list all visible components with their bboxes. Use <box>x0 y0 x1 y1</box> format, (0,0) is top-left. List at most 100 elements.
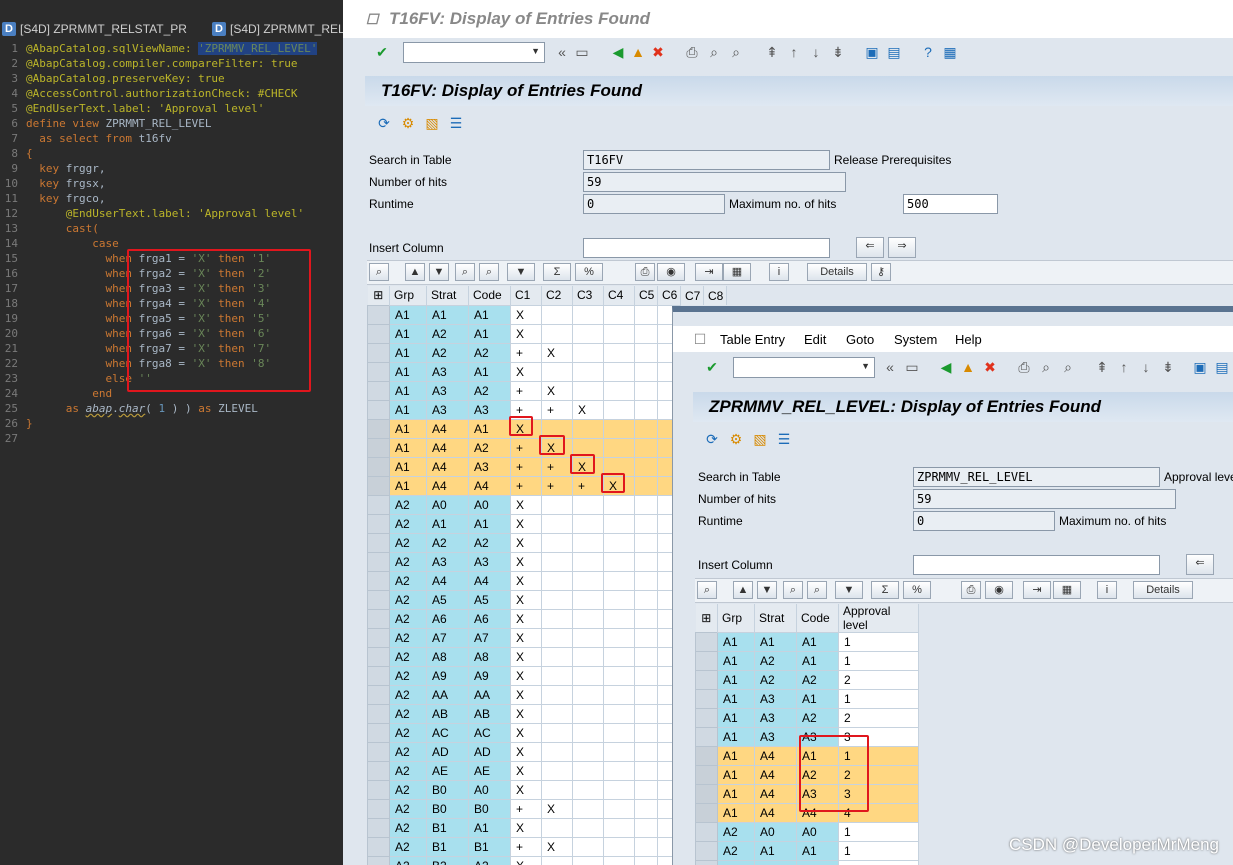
exit-icon[interactable]: ▲ <box>959 358 977 376</box>
variant-icon[interactable]: ▧ <box>423 114 441 132</box>
settings-icon[interactable]: ⚙ <box>399 114 417 132</box>
refresh-icon[interactable]: ⟳ <box>703 430 721 448</box>
row-selector[interactable] <box>695 651 718 671</box>
row-selector[interactable] <box>695 746 718 766</box>
exit-icon[interactable]: ▲ <box>629 43 647 61</box>
command-field[interactable] <box>403 42 545 63</box>
row-selector[interactable] <box>367 798 390 819</box>
column-header[interactable]: Code <box>468 286 511 305</box>
row-selector[interactable] <box>367 665 390 686</box>
row-selector[interactable] <box>367 418 390 439</box>
menu-system[interactable]: System <box>894 332 937 347</box>
row-selector[interactable] <box>367 646 390 667</box>
find-next-icon[interactable]: ⌕ <box>479 263 499 281</box>
insert-left-button[interactable]: ⇐ <box>856 237 884 258</box>
prev-page-icon[interactable]: ↑ <box>785 43 803 61</box>
column-header[interactable]: C2 <box>541 286 573 305</box>
collapse-icon[interactable]: « <box>881 358 899 376</box>
details-button[interactable]: Details <box>807 263 867 281</box>
new-session-icon[interactable]: ▣ <box>1191 358 1209 376</box>
layout-icon[interactable]: ▦ <box>941 43 959 61</box>
cancel-icon[interactable]: ✖ <box>649 43 667 61</box>
row-selector[interactable] <box>367 703 390 724</box>
insert-column-input[interactable] <box>583 238 830 258</box>
column-header[interactable]: Strat <box>754 604 797 633</box>
save-icon[interactable]: ▭ <box>903 358 921 376</box>
row-selector[interactable] <box>367 456 390 477</box>
first-page-icon[interactable]: ⇞ <box>763 43 781 61</box>
menu-goto[interactable]: Goto <box>846 332 874 347</box>
filter-icon[interactable]: ▼ <box>507 263 535 281</box>
column-header[interactable]: Grp <box>389 286 427 305</box>
list-icon[interactable]: ☰ <box>775 430 793 448</box>
table-row[interactable]: A1 A2 A1 1 <box>695 651 919 671</box>
find-icon[interactable]: ⌕ <box>783 581 803 599</box>
row-selector[interactable] <box>367 760 390 781</box>
column-header[interactable]: C8 <box>703 286 727 305</box>
row-selector[interactable] <box>695 727 718 747</box>
subtotal-icon[interactable]: % <box>575 263 603 281</box>
table-row[interactable]: A1 A3 A1 1 <box>695 689 919 709</box>
sort-asc-icon[interactable]: ▲ <box>405 263 425 281</box>
command-field[interactable] <box>733 357 875 378</box>
row-selector[interactable] <box>367 475 390 496</box>
sort-asc-icon[interactable]: ▲ <box>733 581 753 599</box>
row-selector[interactable] <box>367 817 390 838</box>
editor-tab-rel[interactable]: D [S4D] ZPRMMT_REL <box>210 19 343 39</box>
row-selector[interactable] <box>367 779 390 800</box>
row-selector[interactable] <box>367 494 390 515</box>
export-icon[interactable]: ⇥ <box>695 263 723 281</box>
row-selector[interactable] <box>695 784 718 804</box>
column-header[interactable]: C1 <box>510 286 542 305</box>
collapse-icon[interactable]: « <box>553 43 571 61</box>
prev-page-icon[interactable]: ↑ <box>1115 358 1133 376</box>
zoom-icon[interactable]: ⌕ <box>369 263 389 281</box>
row-selector[interactable] <box>367 361 390 382</box>
variant-icon[interactable]: ▧ <box>751 430 769 448</box>
first-page-icon[interactable]: ⇞ <box>1093 358 1111 376</box>
view-icon[interactable]: ◉ <box>657 263 685 281</box>
row-selector[interactable] <box>367 399 390 420</box>
table-row[interactable]: A1 A3 A2 2 <box>695 708 919 728</box>
subtotal-icon[interactable]: % <box>903 581 931 599</box>
row-selector[interactable] <box>367 551 390 572</box>
max-hits-input[interactable]: 500 <box>903 194 998 214</box>
window-menu-icon[interactable]: ☐ <box>363 10 381 28</box>
zoom-icon[interactable]: ⌕ <box>697 581 717 599</box>
print-icon[interactable]: ⎙ <box>961 581 981 599</box>
settings-icon[interactable]: ⚙ <box>727 430 745 448</box>
row-selector[interactable] <box>367 532 390 553</box>
sum-icon[interactable]: Σ <box>543 263 571 281</box>
window-menu-icon[interactable]: ☐ <box>691 330 709 348</box>
info-icon[interactable]: i <box>769 263 789 281</box>
last-page-icon[interactable]: ⇟ <box>1159 358 1177 376</box>
table-row[interactable]: A1 A2 A2 2 <box>695 670 919 690</box>
column-header[interactable]: Approval level <box>838 604 919 633</box>
column-header[interactable]: Strat <box>426 286 469 305</box>
column-header[interactable]: C5 <box>634 286 658 305</box>
find-icon[interactable]: ⌕ <box>1037 358 1055 376</box>
find-next-icon[interactable]: ⌕ <box>727 43 745 61</box>
enter-icon[interactable]: ✔ <box>703 358 721 376</box>
sort-desc-icon[interactable]: ▼ <box>429 263 449 281</box>
sum-icon[interactable]: Σ <box>871 581 899 599</box>
menu-help[interactable]: Help <box>955 332 982 347</box>
info-icon[interactable]: i <box>1097 581 1117 599</box>
column-header[interactable]: C7 <box>680 286 704 305</box>
row-selector[interactable] <box>367 323 390 344</box>
filter-icon[interactable]: ▼ <box>835 581 863 599</box>
print-icon[interactable]: ⎙ <box>1015 358 1033 376</box>
row-selector[interactable] <box>367 513 390 534</box>
insert-right-button[interactable]: ⇒ <box>888 237 916 258</box>
details-button[interactable]: Details <box>1133 581 1193 599</box>
editor-tab-relstat[interactable]: D [S4D] ZPRMMT_RELSTAT_PR <box>0 19 187 39</box>
row-selector[interactable] <box>367 722 390 743</box>
row-selector[interactable] <box>695 708 718 728</box>
menu-table-entry[interactable]: Table Entry <box>720 332 785 347</box>
row-selector[interactable] <box>367 855 390 865</box>
row-selector[interactable] <box>367 627 390 648</box>
next-page-icon[interactable]: ↓ <box>807 43 825 61</box>
print-icon[interactable]: ⎙ <box>683 43 701 61</box>
table-row[interactable]: A1 A1 A1 1 <box>695 632 919 652</box>
save-icon[interactable]: ▭ <box>573 43 591 61</box>
